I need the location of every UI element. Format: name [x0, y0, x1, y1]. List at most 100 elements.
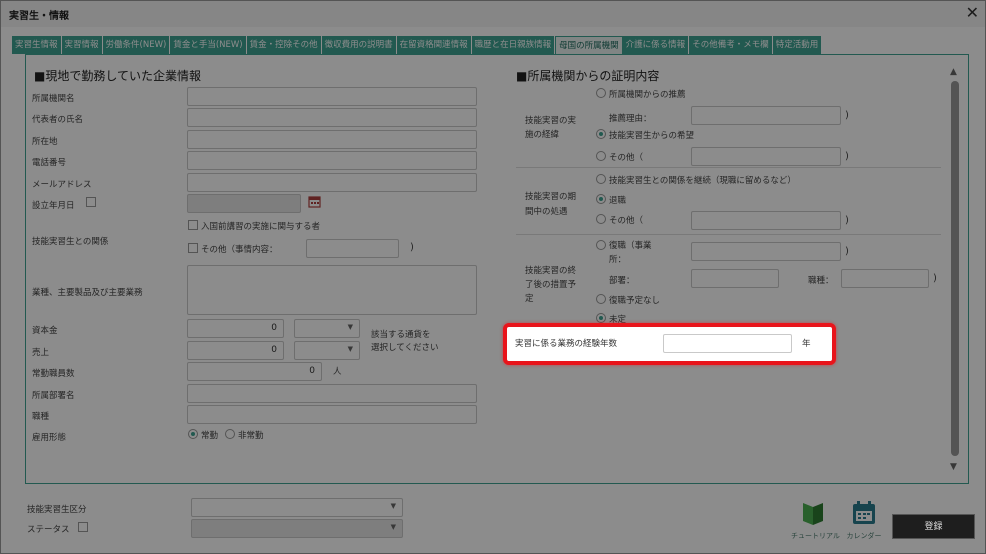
employment-parttime-radio[interactable] [225, 429, 235, 439]
history-other-close-paren: ) [845, 151, 849, 162]
after-label-line1: 技能実習の終 [525, 266, 577, 276]
calendar-label: カレンダー [846, 532, 882, 540]
tab-3[interactable]: 賃金と手当(NEW) [170, 36, 247, 54]
scrollbar-thumb[interactable] [951, 81, 959, 456]
phone-input[interactable] [187, 151, 477, 170]
rep-name-label: 代表者の氏名 [32, 115, 84, 125]
after-workplace-input[interactable] [691, 242, 841, 261]
after-position-input[interactable] [841, 269, 929, 288]
relation-close-paren: ) [410, 242, 414, 253]
sales-currency-select[interactable]: ▼ [294, 341, 360, 360]
org-name-input[interactable] [187, 87, 477, 106]
after-opt1-radio[interactable] [596, 240, 606, 250]
period-opt3-radio[interactable] [596, 214, 606, 224]
department-input[interactable] [187, 384, 477, 403]
tab-10[interactable]: その他備考・メモ欄 [689, 36, 773, 54]
capital-currency-select[interactable]: ▼ [294, 319, 360, 338]
relation-opt1-label: 入国前講習の実施に関与する者 [201, 222, 321, 232]
period-opt1-label: 技能実習生との関係を継続（現職に留めるなど） [609, 176, 796, 186]
history-opt3-label: その他（ [609, 153, 644, 163]
rep-name-input[interactable] [187, 108, 477, 127]
history-label-line2: 施の経緯 [525, 130, 560, 140]
history-opt1-radio[interactable] [596, 88, 606, 98]
history-reason-input[interactable] [691, 106, 841, 125]
tab-5[interactable]: 徴収費用の説明書 [321, 36, 397, 54]
title-bar: 実習生・情報 ✕ [1, 1, 985, 27]
divider [516, 167, 941, 168]
position-input[interactable] [187, 405, 477, 424]
business-textarea[interactable] [187, 265, 477, 315]
status-select[interactable]: ▼ [191, 519, 403, 538]
email-input[interactable] [187, 173, 477, 192]
tab-9[interactable]: 介護に係る情報 [622, 36, 690, 54]
tab-7[interactable]: 職歴と在日親族情報 [471, 36, 556, 54]
address-input[interactable] [187, 130, 477, 149]
book-icon [803, 503, 823, 525]
history-reason-close-paren: ) [845, 110, 849, 121]
scroll-down-icon[interactable]: ▼ [950, 462, 957, 472]
history-other-input[interactable] [691, 147, 841, 166]
after-dept-input[interactable] [691, 269, 779, 288]
tab-0[interactable]: 実習生情報 [12, 36, 62, 54]
tab-1[interactable]: 実習情報 [61, 36, 103, 54]
history-opt3-radio[interactable] [596, 151, 606, 161]
tab-6[interactable]: 在留資格関連情報 [396, 36, 472, 54]
relation-opt2-label: その他（事情内容： [201, 245, 278, 255]
after-opt3-radio[interactable] [596, 313, 606, 323]
period-other-input[interactable] [691, 211, 841, 230]
established-date-input[interactable] [187, 194, 301, 213]
address-label: 所在地 [32, 137, 58, 147]
employees-unit: 人 [333, 367, 342, 377]
tab-4[interactable]: 賃金・控除その他 [246, 36, 322, 54]
category-select[interactable]: ▼ [191, 498, 403, 517]
sales-input[interactable]: 0 [187, 341, 284, 360]
period-opt1-radio[interactable] [596, 174, 606, 184]
section-title-company: ■現地で勤務していた企業情報 [34, 69, 201, 83]
tab-11[interactable]: 特定活動用 [772, 36, 823, 54]
after-opt2-radio[interactable] [596, 294, 606, 304]
after-opt1-label-line1: 復職（事業 [609, 241, 652, 251]
after-label-line3: 定 [525, 294, 534, 304]
established-label: 設立年月日 [32, 201, 75, 211]
calendar-icon[interactable] [308, 195, 321, 208]
submit-button[interactable]: 登録 [892, 514, 975, 539]
after-label-line2: 了後の措置予 [525, 280, 577, 290]
period-opt2-label: 退職 [609, 196, 627, 206]
history-reason-label: 推薦理由： [609, 114, 652, 124]
employment-label: 雇用形態 [32, 433, 67, 443]
capital-label: 資本金 [32, 326, 58, 336]
chevron-down-icon: ▼ [347, 323, 353, 331]
period-other-close-paren: ) [845, 215, 849, 226]
calendar-button[interactable]: カレンダー [842, 500, 886, 541]
section-title-certification: ■所属機関からの証明内容 [516, 69, 660, 83]
tab-2[interactable]: 労働条件(NEW) [102, 36, 171, 54]
relation-opt1-checkbox[interactable] [188, 220, 198, 230]
experience-years-highlight: 実習に係る業務の経験年数 年 [503, 323, 836, 365]
tutorial-label: チュートリアル [791, 532, 840, 540]
established-checkbox[interactable] [86, 197, 96, 207]
relation-opt2-checkbox[interactable] [188, 243, 198, 253]
chevron-down-icon: ▼ [347, 345, 353, 353]
tutorial-button[interactable]: チュートリアル [791, 500, 840, 541]
student-info-dialog: 実習生・情報 ✕ 実習生情報 実習情報 労働条件(NEW) 賃金と手当(NEW) 賃金・… [0, 0, 986, 554]
tab-8[interactable]: 母国の所属機関 [555, 36, 623, 54]
employment-fulltime-radio[interactable] [188, 429, 198, 439]
capital-input[interactable]: 0 [187, 319, 284, 338]
relation-other-input[interactable] [306, 239, 399, 258]
close-icon[interactable]: ✕ [966, 3, 979, 22]
experience-unit: 年 [802, 339, 811, 349]
email-label: メールアドレス [32, 180, 92, 190]
employees-input[interactable]: 0 [187, 362, 322, 381]
department-label: 所属部署名 [32, 391, 75, 401]
experience-years-input[interactable] [663, 334, 792, 353]
business-label: 業種、主要製品及び主要業務 [32, 288, 143, 298]
period-opt2-radio[interactable] [596, 194, 606, 204]
history-opt2-radio[interactable] [596, 129, 606, 139]
history-label-line1: 技能実習の実 [525, 116, 577, 126]
after-workplace-close-paren: ) [845, 246, 849, 257]
chevron-down-icon: ▼ [390, 523, 396, 531]
dialog-title: 実習生・情報 [9, 11, 69, 22]
calendar-icon [853, 501, 875, 524]
status-checkbox[interactable] [78, 522, 88, 532]
scroll-up-icon[interactable]: ▲ [950, 67, 957, 77]
